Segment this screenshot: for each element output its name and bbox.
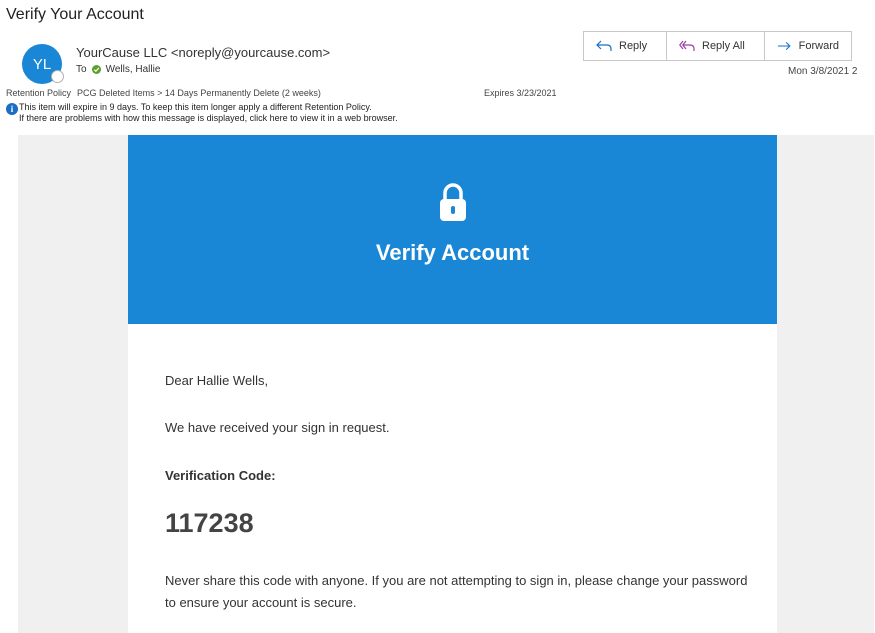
- view-in-browser-link[interactable]: If there are problems with how this mess…: [6, 113, 398, 124]
- reply-all-label: Reply All: [702, 40, 745, 52]
- email-body: Verify Account Dear Hallie Wells, We hav…: [128, 135, 777, 633]
- verification-code-label: Verification Code:: [165, 468, 276, 483]
- recipient-name[interactable]: Wells, Hallie: [106, 64, 161, 75]
- retention-policy: Retention Policy PCG Deleted Items > 14 D…: [6, 88, 321, 98]
- message-subject: Verify Your Account: [6, 6, 144, 23]
- reply-icon: [596, 40, 612, 51]
- request-received-text: We have received your sign in request.: [165, 420, 390, 435]
- expires-date: Expires 3/23/2021: [484, 88, 557, 98]
- received-date: Mon 3/8/2021 2: [788, 66, 858, 77]
- recipient-line: To Wells, Hallie: [76, 64, 160, 75]
- info-bar: i This item will expire in 9 days. To ke…: [6, 102, 398, 124]
- forward-icon: [777, 41, 791, 51]
- presence-status-icon: [51, 70, 64, 83]
- retention-policy-value: PCG Deleted Items > 14 Days Permanently …: [77, 88, 321, 98]
- lock-icon: [440, 183, 466, 221]
- sender-name[interactable]: YourCause LLC <noreply@yourcause.com>: [76, 45, 330, 60]
- info-icon: i: [6, 103, 18, 115]
- security-warning-text: Never share this code with anyone. If yo…: [165, 573, 748, 610]
- expiry-notice: This item will expire in 9 days. To keep…: [19, 102, 372, 112]
- retention-label: Retention Policy: [6, 88, 72, 98]
- forward-button[interactable]: Forward: [765, 32, 851, 60]
- reply-all-icon: [679, 40, 695, 51]
- verification-code: 117238: [165, 508, 254, 538]
- message-action-bar: Reply Reply All Forward: [583, 31, 852, 61]
- presence-available-icon: [91, 65, 101, 74]
- forward-label: Forward: [798, 40, 839, 52]
- reply-all-button[interactable]: Reply All: [667, 32, 765, 60]
- greeting-text: Dear Hallie Wells,: [165, 373, 269, 388]
- to-label: To: [76, 64, 87, 75]
- reply-label: Reply: [619, 40, 648, 52]
- reply-button[interactable]: Reply: [584, 32, 667, 60]
- banner-title: Verify Account: [375, 240, 530, 265]
- email-banner: Verify Account: [128, 135, 777, 324]
